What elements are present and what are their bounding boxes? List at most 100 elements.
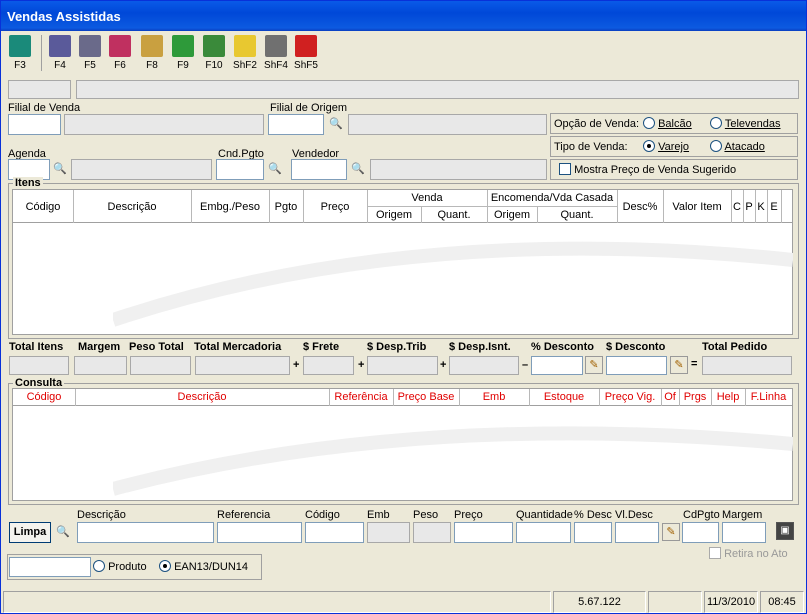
desconto-pct-input[interactable] [531, 356, 583, 375]
key-icon [141, 35, 163, 57]
col-venda-origem: Origem [375, 209, 413, 221]
total-mercadoria-field [195, 356, 290, 375]
consulta-table[interactable]: Código Descrição Referência Preço Base Emb Es… [12, 388, 793, 501]
bottom-search-binoculars-icon[interactable]: 🔍 [55, 525, 71, 539]
col-k: K [757, 201, 765, 213]
retira-label: Retira no Ato [724, 548, 788, 560]
descricao-input[interactable] [77, 522, 214, 543]
limpa-button[interactable]: Limpa [9, 522, 51, 543]
varejo-radio[interactable]: Varejo [643, 140, 689, 153]
itens-title: Itens [13, 177, 43, 189]
watermark-swoosh-2 [113, 426, 793, 496]
col-enc-origem: Origem [493, 209, 531, 221]
consulta-col: Of [664, 391, 676, 403]
margem-input[interactable] [722, 522, 766, 543]
vl-desc-key-icon[interactable]: ✎ [662, 523, 680, 541]
toolbar-button-f9[interactable]: F9 [168, 33, 198, 75]
vendedor-search-binoculars-icon[interactable]: 🔍 [350, 162, 366, 176]
referencia-input[interactable] [217, 522, 302, 543]
filial-origem-label: Filial de Origem [270, 102, 348, 114]
col-desc-pct: Desc% [622, 201, 658, 213]
produto-radio[interactable]: Produto [93, 560, 147, 573]
consulta-col: Prgs [683, 391, 707, 403]
desp-trib-field [367, 356, 438, 375]
bottom-label: Preço [454, 509, 483, 521]
toolbar-button-shf5[interactable]: ShF5 [291, 33, 321, 75]
balcao-radio[interactable]: Balcão [643, 117, 692, 130]
col-enc-quant: Quant. [560, 209, 594, 221]
toolbar-label: F4 [54, 60, 66, 71]
status-date: 11/3/2010 [704, 591, 758, 613]
total-label: $ Desp.Isnt. [449, 341, 511, 353]
col-embg-peso: Embg./Peso [200, 201, 260, 213]
col-pgto: Pgto [274, 201, 298, 213]
ean-label: EAN13/DUN14 [174, 561, 249, 573]
exit-door-icon [9, 35, 31, 57]
quantidade-input[interactable] [516, 522, 571, 543]
desc-pct-input[interactable] [574, 522, 612, 543]
retira-checkbox[interactable]: Retira no Ato [709, 547, 788, 560]
toolbar-label: ShF5 [294, 60, 318, 71]
total-label: $ Desconto [606, 341, 666, 353]
balcao-label: Balcão [658, 118, 692, 130]
top-code-field [8, 80, 71, 99]
toolbar-separator [41, 35, 42, 71]
vl-desc-input[interactable] [615, 522, 659, 543]
toolbar-button-shf4[interactable]: ShF4 [261, 33, 291, 75]
frete-field [303, 356, 354, 375]
toolbar-label: F10 [205, 60, 223, 71]
televendas-radio[interactable]: Televendas [710, 117, 781, 130]
desconto-pct-key-icon[interactable]: ✎ [585, 356, 603, 374]
televendas-label: Televendas [724, 118, 781, 130]
cnd-pgto-input[interactable] [216, 159, 264, 180]
consulta-col: Referência [334, 391, 388, 403]
main-window: Vendas Assistidas F3 F4 F5 F6 F8 F9 F10 ShF2 ShF… [0, 0, 807, 614]
op-plus-3: + [440, 359, 447, 371]
toolbar-button-f10[interactable]: F10 [199, 33, 229, 75]
ean-radio[interactable]: EAN13/DUN14 [159, 560, 248, 573]
desconto-valor-key-icon[interactable]: ✎ [670, 356, 688, 374]
toolbar-button-f3[interactable]: F3 [5, 33, 35, 75]
desconto-valor-input[interactable] [606, 356, 667, 375]
filial-origem-input[interactable] [268, 114, 324, 135]
toolbar-label: F6 [114, 60, 126, 71]
filial-origem-search-binoculars-icon[interactable]: 🔍 [328, 117, 344, 131]
cdpgto-input[interactable] [682, 522, 719, 543]
filial-venda-label: Filial de Venda [8, 102, 81, 114]
toolbar-button-shf2[interactable]: ShF2 [230, 33, 260, 75]
total-label: Total Pedido [702, 341, 768, 353]
barcode-input[interactable] [9, 557, 91, 577]
total-label: Total Mercadoria [194, 341, 282, 353]
atacado-label: Atacado [724, 141, 765, 153]
toolbar-button-f4[interactable]: F4 [45, 33, 75, 75]
vendedor-name [370, 159, 547, 180]
itens-table[interactable]: Código Descrição Embg./Peso Pgto Preço V… [12, 189, 793, 335]
mostra-preco-checkbox[interactable]: Mostra Preço de Venda Sugerido [559, 163, 736, 176]
bottom-label: Margem [722, 509, 763, 521]
bottom-label: Descrição [77, 509, 126, 521]
toolbar-button-f8[interactable]: F8 [137, 33, 167, 75]
toolbar-button-f6[interactable]: F6 [105, 33, 135, 75]
bottom-label: % Desc [574, 509, 612, 521]
toolbar-button-f5[interactable]: F5 [75, 33, 105, 75]
col-codigo: Código [25, 201, 61, 213]
agenda-search-binoculars-icon[interactable]: 🔍 [52, 162, 68, 176]
total-label: Total Itens [9, 341, 64, 353]
codigo-input[interactable] [305, 522, 364, 543]
bottom-label: CdPgto [683, 509, 720, 521]
peso-field [413, 522, 451, 543]
atacado-radio[interactable]: Atacado [710, 140, 765, 153]
toolbar-label: F9 [177, 60, 189, 71]
opcao-venda-box: Opção de Venda: Balcão Televendas [550, 113, 798, 134]
preco-input[interactable] [454, 522, 513, 543]
save-floppy-icon[interactable]: ▣ [776, 522, 794, 540]
filial-venda-input[interactable] [8, 114, 61, 135]
col-encomenda: Encomenda/Vda Casada [490, 192, 614, 204]
filial-origem-name [348, 114, 547, 135]
toolbar-label: F8 [146, 60, 158, 71]
bottom-label: Referencia [217, 509, 271, 521]
vendedor-input[interactable] [291, 159, 347, 180]
margem-field [74, 356, 127, 375]
status-empty [648, 591, 702, 613]
cnd-pgto-search-binoculars-icon[interactable]: 🔍 [267, 162, 283, 176]
